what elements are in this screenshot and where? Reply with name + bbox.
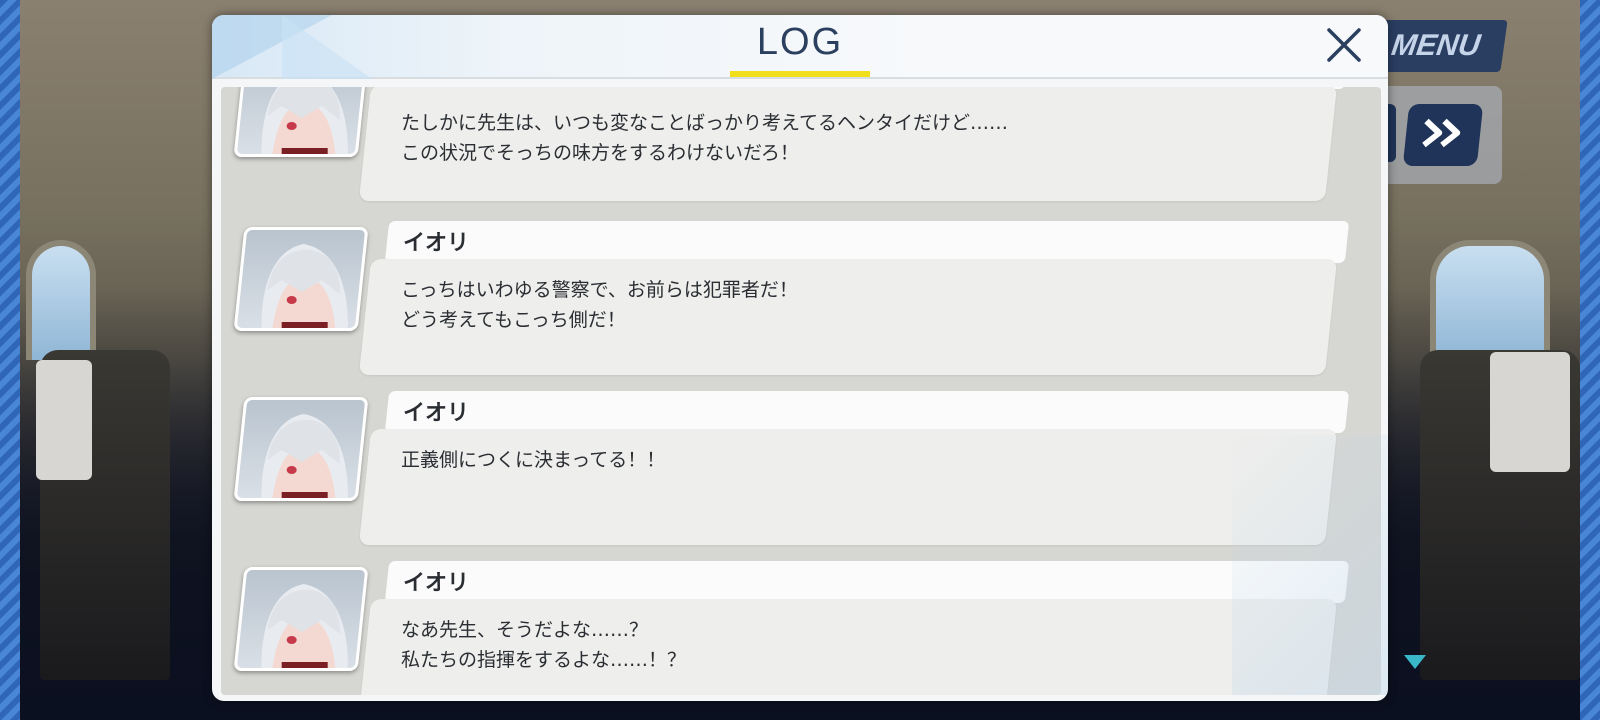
speaker-name: イオリ — [403, 571, 470, 596]
left-border-stripe — [0, 0, 20, 720]
log-panel: LOG たしかに先生は、いつも変なことばっかり考えてるヘンタイだけど…… この状… — [212, 15, 1388, 701]
header-decoration — [282, 15, 372, 79]
log-header: LOG — [212, 15, 1388, 79]
triangle-down-icon — [1404, 655, 1426, 669]
character-portrait-icon — [233, 567, 369, 671]
message-line: たしかに先生は、いつも変なことばっかり考えてるヘンタイだけど…… — [401, 112, 1009, 134]
title-underline — [730, 71, 870, 77]
skip-button[interactable] — [1402, 104, 1484, 166]
speaker-name: イオリ — [403, 401, 470, 426]
window-right — [1430, 240, 1550, 360]
log-entry: イオリ 正義側につくに決まってる！！ — [221, 391, 1381, 551]
message-line: なあ先生、そうだよな……？ — [401, 619, 649, 641]
log-title: LOG — [756, 21, 844, 63]
log-entry: たしかに先生は、いつも変なことばっかり考えてるヘンタイだけど…… この状況でそっ… — [221, 87, 1381, 207]
seat-cover-right — [1490, 352, 1570, 472]
log-entry: イオリ なあ先生、そうだよな……？ 私たちの指揮をするよな……！？ — [221, 561, 1381, 695]
message-line: 私たちの指揮をするよな……！？ — [401, 649, 687, 671]
log-entry: イオリ こっちはいわゆる警察で、お前らは犯罪者だ！ どう考えてもこっち側だ！ — [221, 221, 1381, 381]
close-button[interactable] — [1324, 25, 1364, 65]
character-portrait-icon — [233, 227, 369, 331]
character-portrait-icon — [233, 87, 369, 157]
message-line: どう考えてもこっち側だ！ — [401, 309, 626, 331]
right-border-stripe — [1580, 0, 1600, 720]
speaker-name-bar — [384, 221, 1350, 263]
character-portrait-icon — [233, 397, 369, 501]
message-line: 正義側につくに決まってる！！ — [401, 449, 666, 471]
speaker-name-bar — [384, 561, 1350, 603]
menu-button[interactable]: MENU — [1372, 20, 1508, 72]
seat-cover-left — [36, 360, 92, 480]
menu-button-label: MENU — [1389, 29, 1483, 62]
log-list[interactable]: たしかに先生は、いつも変なことばっかり考えてるヘンタイだけど…… この状況でそっ… — [221, 87, 1381, 695]
close-icon — [1324, 28, 1364, 69]
speaker-name: イオリ — [403, 231, 470, 256]
message-line: こっちはいわゆる警察で、お前らは犯罪者だ！ — [401, 279, 798, 301]
message-line: この状況でそっちの味方をするわけないだろ！ — [401, 142, 799, 164]
window-left — [26, 240, 96, 360]
speaker-name-bar — [384, 391, 1350, 433]
double-chevron-right-icon — [1419, 118, 1467, 152]
